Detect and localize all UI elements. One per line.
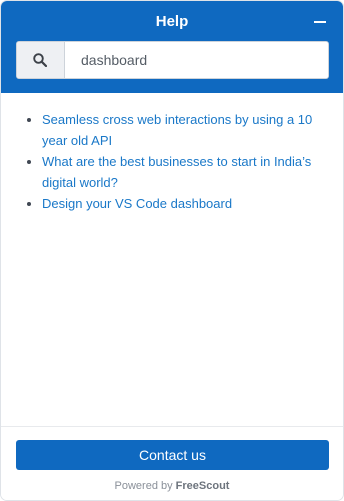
list-item: Design your VS Code dashboard: [42, 193, 325, 214]
contact-us-button[interactable]: Contact us: [16, 440, 329, 470]
list-item: Seamless cross web interactions by using…: [42, 109, 325, 151]
result-link[interactable]: Seamless cross web interactions by using…: [42, 112, 312, 148]
minus-icon-bar: [314, 21, 326, 23]
search-results-list: Seamless cross web interactions by using…: [25, 109, 325, 214]
search-button[interactable]: [17, 42, 65, 78]
search-icon: [33, 53, 47, 67]
result-link[interactable]: Design your VS Code dashboard: [42, 196, 232, 211]
widget-title: Help: [155, 13, 189, 30]
list-item: What are the best businesses to start in…: [42, 151, 325, 193]
widget-header: Help: [1, 1, 343, 93]
powered-by: Powered by FreeScout: [1, 480, 343, 492]
powered-by-brand[interactable]: FreeScout: [176, 480, 230, 492]
help-widget: Help Seamless cross web interactions by …: [0, 0, 344, 501]
powered-by-prefix: Powered by: [114, 480, 173, 492]
widget-footer: Contact us Powered by FreeScout: [1, 426, 343, 500]
search-box: [16, 41, 329, 79]
search-input[interactable]: [65, 42, 328, 78]
result-link[interactable]: What are the best businesses to start in…: [42, 154, 311, 190]
minus-icon[interactable]: [311, 13, 329, 31]
